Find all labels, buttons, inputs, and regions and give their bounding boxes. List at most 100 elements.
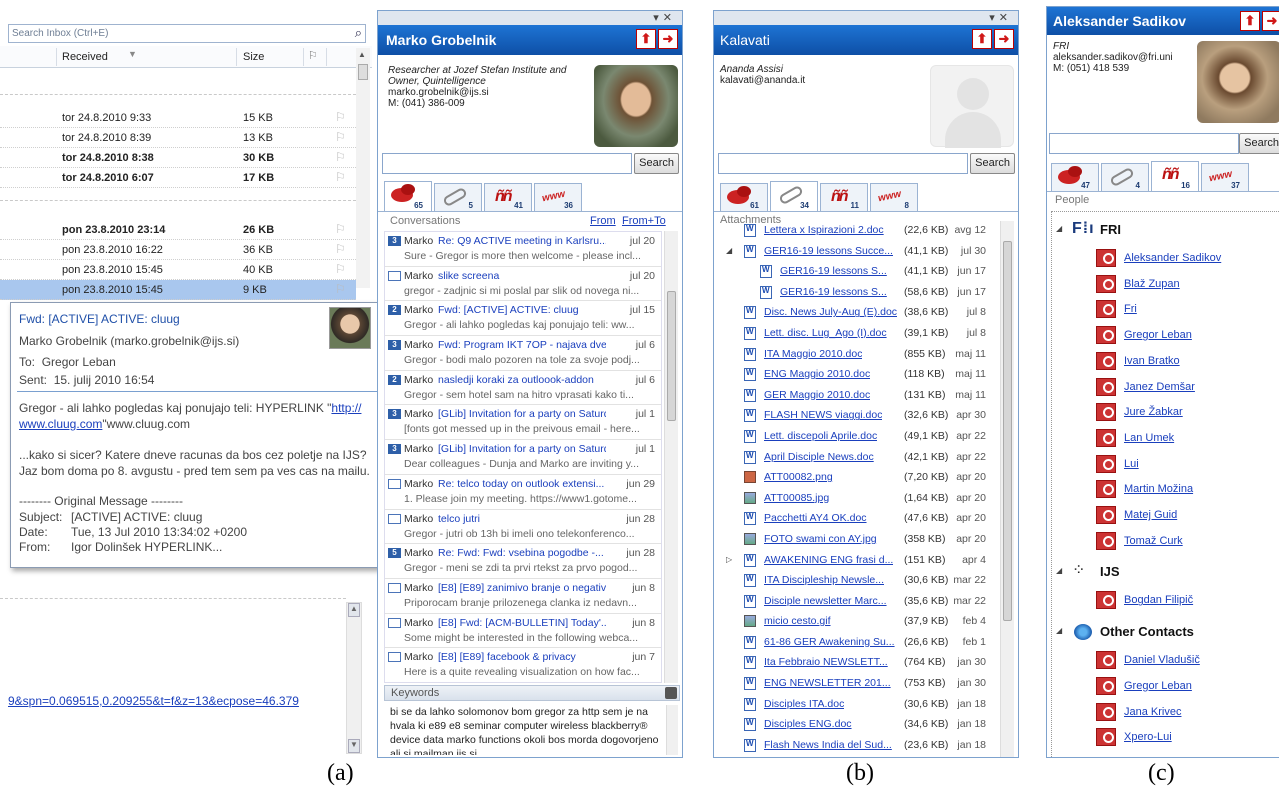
conv-subject[interactable]: telco jutri: [438, 513, 606, 525]
tab-attachments-b[interactable]: 34: [770, 181, 818, 211]
attachment-item[interactable]: 61-86 GER Awakening Su... (26,6 KB) feb 1: [718, 633, 1004, 654]
panel-close-icon[interactable]: ▾✕: [653, 11, 676, 24]
attachment-name[interactable]: GER16-19 lessons Succe...: [764, 245, 893, 257]
mail-row[interactable]: tor 24.8.2010 8:38 30 KB ⚐: [0, 148, 356, 168]
conv-subject[interactable]: Re: Fwd: Fwd: vsebina pogodbe -...: [438, 547, 606, 559]
attachment-name[interactable]: Disc. News July-Aug (E).doc: [764, 306, 897, 318]
conv-subject[interactable]: [GLib] Invitation for a party on Saturd.…: [438, 443, 606, 455]
attachment-name[interactable]: ENG Maggio 2010.doc: [764, 368, 870, 380]
attachment-item[interactable]: Pacchetti AY4 OK.doc (47,6 KB) apr 20: [718, 509, 1004, 530]
col-size[interactable]: Size: [243, 51, 264, 63]
attachment-name[interactable]: ENG NEWSLETTER 201...: [764, 677, 891, 689]
attachment-item[interactable]: micio cesto.gif (37,9 KB) feb 4: [718, 612, 1004, 633]
person-item[interactable]: Ivan Bratko: [1096, 349, 1180, 373]
person-item[interactable]: Martin Možina: [1096, 477, 1193, 501]
conv-subject[interactable]: nasledji koraki za outloook-addon: [438, 374, 606, 386]
flag-icon[interactable]: ⚐: [335, 222, 346, 236]
map-link[interactable]: 9&spn=0.069515,0.209255&t=f&z=13&ecpose=…: [8, 694, 299, 708]
person-name[interactable]: Fri: [1124, 303, 1137, 315]
attachment-item[interactable]: ▷ AWAKENING ENG frasi d... (151 KB) apr 4: [718, 551, 1004, 572]
conv-subject[interactable]: Re: telco today on outlook extensi...: [438, 478, 606, 490]
group-header[interactable]: ◢ Other Contacts: [1052, 620, 1272, 644]
attachment-item[interactable]: Flash News India del Sud... (23,6 KB) jan …: [718, 736, 1004, 757]
attachment-name[interactable]: ATT00082.png: [764, 471, 833, 483]
attachment-item[interactable]: Ita Febbraio NEWSLETT... (764 KB) jan 30: [718, 653, 1004, 674]
tab-conversations-c[interactable]: 47: [1051, 163, 1099, 191]
attachment-item[interactable]: Disciples ITA.doc (30,6 KB) jan 18: [718, 695, 1004, 716]
up-arrow-icon-b[interactable]: ⬆: [972, 29, 992, 49]
attachment-name[interactable]: AWAKENING ENG frasi d...: [764, 554, 893, 566]
attachment-name[interactable]: Lett. discepoli Aprile.doc: [764, 430, 877, 442]
person-name[interactable]: Matej Guid: [1124, 509, 1177, 521]
conversation-item[interactable]: 2 Marko nasledji koraki za outloook-addon j…: [385, 371, 661, 406]
attachment-item[interactable]: GER Maggio 2010.doc (131 KB) maj 11: [718, 386, 1004, 407]
attachment-item[interactable]: ◢ GER16-19 lessons Succe... (41,1 KB) jul 3…: [718, 242, 1004, 263]
lower-scrollbar[interactable]: ▲ ▼: [346, 602, 362, 754]
attachment-name[interactable]: GER16-19 lessons S...: [780, 286, 887, 298]
email-preview-popup[interactable]: Fwd: [ACTIVE] ACTIVE: cluug Marko Grobel…: [10, 302, 384, 568]
search-button-c[interactable]: Search: [1239, 133, 1279, 154]
attachment-name[interactable]: Disciple newsletter Marc...: [764, 595, 887, 607]
conv-subject[interactable]: [GLib] Invitation for a party on Saturd.…: [438, 408, 606, 420]
person-item[interactable]: Jure Žabkar: [1096, 400, 1183, 424]
attachment-scrollbar[interactable]: [1000, 221, 1014, 757]
conversation-item[interactable]: Marko [E8] [E89] zanimivo branje o negati…: [385, 579, 661, 614]
attachment-item[interactable]: Disciples ENG.doc (34,6 KB) jan 18: [718, 715, 1004, 736]
person-item[interactable]: Gregor Leban: [1096, 674, 1192, 698]
attachment-item[interactable]: ATT00082.png (7,20 KB) apr 20: [718, 468, 1004, 489]
person-name[interactable]: Blaž Zupan: [1124, 278, 1180, 290]
attachment-item[interactable]: Lett. discepoli Aprile.doc (49,1 KB) apr 2…: [718, 427, 1004, 448]
conv-subject[interactable]: Fwd: Program IKT 7OP - najava dve...: [438, 339, 606, 351]
attachment-item[interactable]: FOTO swami con AY.jpg (358 KB) apr 20: [718, 530, 1004, 551]
conversation-item[interactable]: 3 Marko Fwd: Program IKT 7OP - najava dve.…: [385, 336, 661, 371]
flag-icon[interactable]: ⚐: [335, 262, 346, 276]
person-name[interactable]: Jure Žabkar: [1124, 406, 1183, 418]
person-item[interactable]: Matej Guid: [1096, 503, 1177, 527]
body-link[interactable]: http://: [331, 401, 361, 415]
attachment-item[interactable]: April Disciple News.doc (42,1 KB) apr 22: [718, 448, 1004, 469]
group-header[interactable]: ◢ F⁞ı FRI: [1052, 218, 1272, 242]
attachment-name[interactable]: Disciples ENG.doc: [764, 718, 852, 730]
from-link[interactable]: From: [590, 215, 616, 227]
attachment-name[interactable]: Disciples ITA.doc: [764, 698, 844, 710]
attachment-item[interactable]: FLASH NEWS viaggi.doc (32,6 KB) apr 30: [718, 406, 1004, 427]
person-item[interactable]: Janez Demšar: [1096, 375, 1195, 399]
search-button[interactable]: Search: [634, 153, 679, 174]
person-name[interactable]: Tomaž Curk: [1124, 535, 1183, 547]
tab-links-c[interactable]: www 37: [1201, 163, 1249, 191]
inbox-scrollbar[interactable]: ▲: [356, 48, 370, 288]
conversation-item[interactable]: 2 Marko Fwd: [ACTIVE] ACTIVE: cluug jul 15 G…: [385, 301, 661, 337]
tab-conversations-b[interactable]: 61: [720, 183, 768, 211]
attachment-name[interactable]: Pacchetti AY4 OK.doc: [764, 512, 867, 524]
attachment-item[interactable]: Lettera x Ispirazioni 2.doc (22,6 KB) avg …: [718, 221, 1004, 242]
flag-icon[interactable]: ⚐: [335, 110, 346, 124]
attachment-name[interactable]: Lett. disc. Lug_Ago (I).doc: [764, 327, 887, 339]
attachment-item[interactable]: Disc. News July-Aug (E).doc (38,6 KB) jul …: [718, 303, 1004, 324]
attachment-name[interactable]: Ita Febbraio NEWSLETT...: [764, 656, 888, 668]
panel-close-icon-b[interactable]: ▾✕: [989, 11, 1012, 24]
person-name[interactable]: Xpero-Lui: [1124, 731, 1172, 743]
attachment-name[interactable]: micio cesto.gif: [764, 615, 831, 627]
person-name[interactable]: Gregor Leban: [1124, 680, 1192, 692]
person-name[interactable]: Martin Možina: [1124, 483, 1193, 495]
person-item[interactable]: Lui: [1096, 452, 1139, 476]
person-name[interactable]: Gregor Leban: [1124, 329, 1192, 341]
conversation-item[interactable]: Marko [E8] Fwd: [ACM-BULLETIN] Today'... j…: [385, 614, 661, 649]
search-icon[interactable]: ⌕: [355, 25, 362, 41]
person-item[interactable]: Aleksander Sadikov: [1096, 246, 1221, 270]
conv-subject[interactable]: [E8] [E89] facebook & privacy: [438, 651, 606, 663]
attachment-item[interactable]: ITA Discipleship Newsle... (30,6 KB) mar 2…: [718, 571, 1004, 592]
search-input[interactable]: Search Inbox (Ctrl+E) ⌕: [8, 24, 366, 43]
attachment-item[interactable]: GER16-19 lessons S... (41,1 KB) jun 17: [718, 262, 1004, 283]
attachment-name[interactable]: ITA Maggio 2010.doc: [764, 348, 862, 360]
tab-attachments-c[interactable]: 4: [1101, 163, 1149, 191]
collapse-triangle-icon[interactable]: ◢: [1056, 224, 1062, 233]
conversation-item[interactable]: Marko Re: telco today on outlook extensi.…: [385, 475, 661, 510]
forward-arrow-icon-c[interactable]: ➜: [1262, 11, 1279, 31]
person-item[interactable]: Jana Krivec: [1096, 700, 1181, 724]
tab-people[interactable]: ññ 41: [484, 183, 532, 211]
conversation-item[interactable]: 3 Marko [GLib] Invitation for a party on S…: [385, 405, 661, 441]
attachment-name[interactable]: FLASH NEWS viaggi.doc: [764, 409, 882, 421]
person-item[interactable]: Gregor Leban: [1096, 323, 1192, 347]
collapse-triangle-icon[interactable]: ◢: [1056, 626, 1062, 635]
